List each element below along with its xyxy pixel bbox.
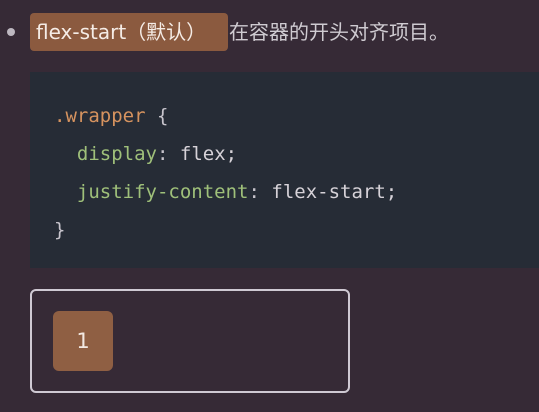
code-value-display: flex; (179, 143, 238, 165)
code-line-4: } (54, 211, 539, 249)
code-block[interactable]: .wrapper { display: flex; justify-conten… (30, 72, 539, 268)
code-value-justify: flex-start; (271, 181, 398, 203)
code-property-display: display (76, 143, 157, 165)
code-close-brace: } (54, 219, 66, 241)
inline-code-label: flex-start（默认） (30, 13, 228, 51)
bullet-icon (7, 28, 15, 36)
flex-demo-container: 1 (30, 289, 350, 393)
code-open-brace: { (145, 105, 169, 127)
page: flex-start（默认） 在容器的开头对齐项目。 .wrapper { di… (0, 0, 539, 412)
list-item-description: 在容器的开头对齐项目。 (229, 20, 449, 44)
flex-item: 1 (53, 311, 113, 371)
code-line-2: display: flex; (54, 135, 539, 173)
code-colon: : (156, 143, 169, 165)
code-colon: : (248, 181, 260, 203)
code-line-1: .wrapper { (54, 97, 539, 135)
list-item: flex-start（默认） 在容器的开头对齐项目。 (0, 13, 539, 53)
code-selector: .wrapper (54, 105, 146, 127)
code-line-3: justify-content: flex-start; (54, 173, 539, 211)
code-property-justify: justify-content (76, 181, 249, 203)
